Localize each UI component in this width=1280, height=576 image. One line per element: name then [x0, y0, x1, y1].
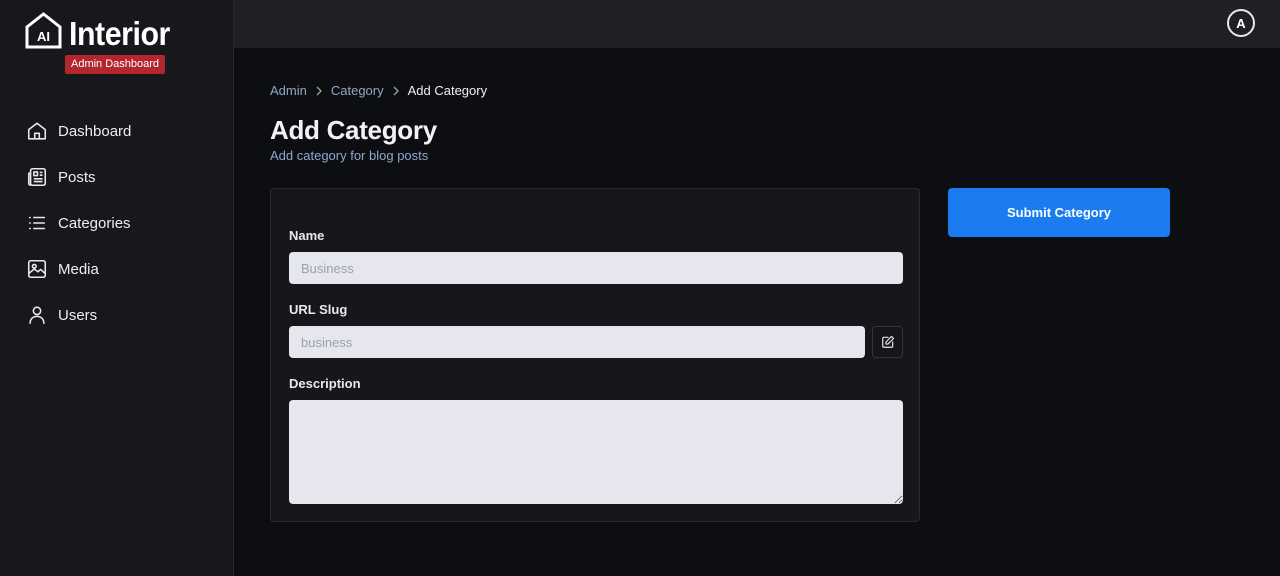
sidebar-item-label: Dashboard	[58, 122, 132, 140]
sidebar-item-users[interactable]: Users	[0, 292, 233, 338]
brand-name: Interior	[69, 15, 170, 52]
brand-logo[interactable]: AI Interior Admin Dashboard	[25, 12, 195, 76]
submit-category-button[interactable]: Submit Category	[948, 188, 1170, 237]
name-label: Name	[289, 228, 325, 243]
sidebar-item-dashboard[interactable]: Dashboard	[0, 108, 233, 154]
category-form-card: Name URL Slug Description	[270, 188, 920, 522]
sidebar-item-label: Categories	[58, 214, 131, 232]
list-icon	[28, 216, 46, 230]
admin-badge: Admin Dashboard	[65, 55, 166, 74]
slug-label: URL Slug	[289, 302, 348, 317]
edit-icon	[881, 335, 894, 348]
breadcrumb: Admin Category Add Category	[270, 83, 487, 98]
sidebar-item-media[interactable]: Media	[0, 246, 233, 292]
breadcrumb-current: Add Category	[407, 83, 488, 98]
breadcrumb-category[interactable]: Category	[331, 83, 384, 98]
logo-mark: AI	[37, 29, 50, 44]
home-icon	[27, 122, 47, 140]
sidebar-item-posts[interactable]: Posts	[0, 154, 233, 200]
chevron-right-icon	[393, 86, 399, 95]
main-content: A Admin Category Add Category Add Catego…	[234, 0, 1280, 576]
page-subtitle: Add category for blog posts	[270, 148, 429, 163]
user-icon	[29, 306, 45, 325]
page-title: Add Category	[270, 115, 437, 145]
name-input[interactable]	[289, 252, 903, 284]
sidebar: AI Interior Admin Dashboard Dashboard Po…	[0, 0, 234, 576]
avatar[interactable]: A	[1227, 9, 1255, 37]
newspaper-icon	[27, 167, 47, 187]
app-shell: AI Interior Admin Dashboard Dashboard Po…	[0, 0, 1280, 576]
edit-slug-button[interactable]	[872, 326, 903, 358]
top-bar: A	[234, 0, 1280, 48]
slug-input[interactable]	[289, 326, 865, 358]
chevron-right-icon	[316, 86, 322, 95]
sidebar-item-label: Media	[58, 260, 99, 278]
sidebar-nav: Dashboard Posts Categories Media Users	[0, 108, 233, 338]
image-icon	[27, 259, 47, 279]
sidebar-item-label: Posts	[58, 168, 96, 186]
sidebar-item-categories[interactable]: Categories	[0, 200, 233, 246]
breadcrumb-admin[interactable]: Admin	[270, 83, 307, 98]
description-textarea[interactable]	[289, 400, 903, 504]
description-label: Description	[289, 376, 361, 391]
house-logo-icon: AI	[25, 12, 62, 49]
sidebar-item-label: Users	[58, 306, 98, 324]
